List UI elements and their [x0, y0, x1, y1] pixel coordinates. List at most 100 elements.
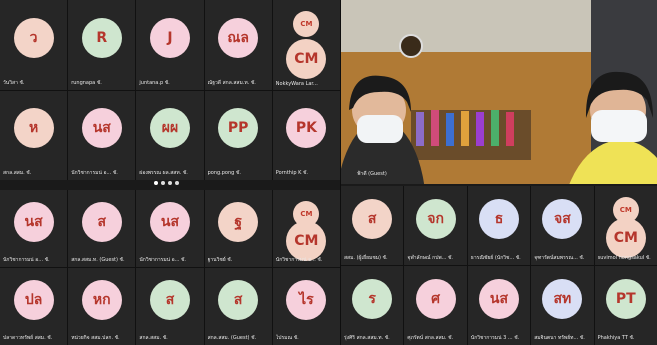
participant-tile[interactable]: ปลปลาดาวทรัพย์ สสม. ชั. — [0, 268, 68, 345]
participant-grid-bottom-right: สสสม. (ผู้เยี่ยมชม) ชั. จก จุฬาลักษณ์ กปพ.… — [341, 186, 657, 345]
participant-name: สมจินตนา ทรัพย์ท... ชั. — [534, 335, 585, 341]
video-tile-name: ฟ้าดี (Guest) — [357, 171, 387, 177]
participant-tile[interactable]: รรุ่งศิริ สกล.สสม.ท. ชั. — [341, 266, 404, 345]
participant-avatar: นส — [81, 108, 122, 149]
participant-name: สสม. (ผู้เยี่ยมชม) ชั. — [344, 255, 388, 261]
participant-avatar: นส — [13, 202, 54, 243]
participant-tile[interactable]: PP pong.pong ชั. — [204, 90, 272, 180]
video-tile[interactable]: ฟ้าดี (Guest) — [341, 0, 657, 184]
participant-avatar: ส — [81, 202, 122, 243]
participant-tile[interactable]: สสกล.สสม. (Guest) ชั. — [204, 268, 272, 345]
separator-vertical — [340, 0, 341, 345]
participant-tile[interactable]: ณลณัฐวดี สกล.สสม.ท. ชั. — [204, 0, 272, 90]
participant-tile[interactable]: หกหน่วยกิจ สสม.ปลก. ชั. — [68, 268, 136, 345]
participant-avatar: PP — [218, 108, 259, 149]
participant-avatar: ส — [149, 280, 190, 321]
participant-name: suvimol hongsakul ชั. — [597, 255, 651, 261]
participant-avatar: ไร — [286, 280, 327, 321]
participant-tile[interactable]: PT Phakhiya TT ชั. — [594, 266, 657, 345]
participant-name: นักวิชาการมน่ อ... ชั. — [3, 257, 50, 263]
cm-badge: CM — [293, 11, 320, 37]
participant-avatar: นส — [478, 279, 519, 320]
participant-avatar: CM — [286, 39, 327, 80]
participant-name: จุฑารัตน์สมพรรณ... ชั. — [534, 255, 585, 261]
participant-avatar: ธ — [478, 199, 519, 240]
participant-avatar: PK — [286, 108, 327, 149]
participant-name: วันวิสา ชั. — [3, 79, 25, 86]
participant-tile[interactable]: สทสมจินตนา ทรัพย์ท... ชั. — [531, 266, 594, 345]
participant-tile[interactable]: Rrungnapa ชั. — [68, 0, 136, 90]
participant-grid-bottom-left: นส นักวิชาการมน่ อ... ชั. สสกล.สสม.ท. (Gue… — [0, 190, 340, 345]
participant-tile[interactable]: ววันวิสา ชั. — [0, 0, 68, 90]
video-feed — [341, 0, 657, 184]
participant-name: นักวิชาการมน่ อ... ชั. — [71, 170, 118, 176]
participant-tile[interactable]: ศศุภรัตน์ สกล.สสม. ชั. — [404, 266, 467, 345]
participant-name: juntana.p ชั. — [139, 79, 170, 86]
participant-tile[interactable]: หสกล.สสม. ชั. — [0, 90, 68, 180]
participant-tile[interactable]: นสนักวิชาการมน่ อ... ชั. — [68, 90, 136, 180]
participant-name: pong.pong ชั. — [207, 170, 241, 176]
participant-tile[interactable]: ผผผ่องพรรณ ผล.สสท. ชั. — [136, 90, 204, 180]
participant-name: ณัฐวดี สกล.สสม.ท. ชั. — [207, 79, 256, 86]
participant-name: หน่วยกิจ สสม.ปลก. ชั. — [71, 335, 120, 341]
participant-avatar: ณล — [218, 17, 259, 58]
participant-avatar: ปล — [13, 280, 54, 321]
participant-name: Phakhiya TT ชั. — [597, 335, 635, 341]
page-dot[interactable] — [154, 181, 158, 185]
participant-avatar: จส — [542, 199, 583, 240]
participant-tile[interactable]: จสจุฑารัตน์สมพรรณ... ชั. — [531, 186, 594, 265]
participant-name: นักวิชาการมน่ 3 ... ชั. — [470, 335, 520, 341]
participant-tile[interactable]: ฐฐานวิชย์ ชั. — [204, 190, 272, 267]
participant-avatar: J — [149, 17, 190, 58]
participant-avatar: ส — [352, 199, 393, 240]
participant-tile[interactable]: สสกล.สสม.ท. (Guest) ชั. — [68, 190, 136, 267]
participant-avatar: ร — [352, 279, 393, 320]
page-dot[interactable] — [161, 181, 165, 185]
participant-name: Pornthip K ชั. — [275, 170, 308, 176]
participant-name: ปลาดาวทรัพย์ สสม. ชั. — [3, 335, 53, 341]
participant-avatar: R — [81, 17, 122, 58]
participant-tile[interactable]: สสสม. (ผู้เยี่ยมชม) ชั. — [341, 186, 404, 265]
page-indicator[interactable] — [154, 181, 179, 185]
participant-name: ไปรมณ ชั. — [275, 335, 299, 341]
participant-avatar: นส — [149, 202, 190, 243]
participant-tile[interactable]: PK Pornthip K ชั. — [272, 90, 340, 180]
participant-avatar: ผผ — [149, 108, 190, 149]
participant-tile[interactable]: นสนักวิชาการมน่ 3 ... ชั. — [467, 266, 531, 345]
participant-tile[interactable]: CM CM suvimol hongsakul ชั. — [594, 186, 657, 265]
participant-name: สกล.สสม. (Guest) ชั. — [207, 335, 257, 341]
page-dot[interactable] — [175, 181, 179, 185]
participant-avatar: ศ — [415, 279, 456, 320]
participant-tile[interactable]: สสกล.สสม. ชั. — [136, 268, 204, 345]
participant-tile[interactable]: Jjuntana.p ชั. — [136, 0, 204, 90]
participant-grid-top-left: ววันวิสา ชั. Rrungnapa ชั. Jjuntana.p ชั. ณ… — [0, 0, 340, 180]
participant-avatar: PT — [605, 279, 646, 320]
participant-name: จุฬาลักษณ์ กปพ... ชั. — [407, 255, 453, 261]
participant-name: นักวิชาการมน่ อ... ชั. — [275, 257, 323, 263]
participant-tile[interactable]: CM CM NokkyWara Lar... — [272, 0, 340, 90]
cm-badge: CM — [612, 197, 639, 223]
participant-name: ฐานวิชย์ ชั. — [207, 257, 233, 263]
participant-name: สกล.สสม. ชั. — [139, 335, 168, 341]
participant-avatar: ห — [13, 108, 54, 149]
participant-name: ธารณิชัยย์ (นักวิช... ชั. — [470, 255, 521, 261]
participant-avatar: หก — [81, 280, 122, 321]
participant-tile[interactable]: ไรไปรมณ ชั. — [272, 268, 340, 345]
participant-name: NokkyWara Lar... — [275, 80, 318, 87]
participant-avatar: สท — [542, 279, 583, 320]
participant-tile[interactable]: นสนักวิชาการมน่ อ... ชั. — [136, 190, 204, 267]
participant-name: นักวิชาการมน่ อ... ชั. — [139, 257, 187, 263]
participant-tile[interactable]: ธธารณิชัยย์ (นักวิช... ชั. — [467, 186, 531, 265]
participant-tile[interactable]: นสนักวิชาการมน่ อ... ชั. — [0, 190, 68, 267]
participant-avatar: ฐ — [218, 202, 259, 243]
participant-name: รุ่งศิริ สกล.สสม.ท. ชั. — [344, 335, 390, 341]
participant-tile[interactable]: จกจุฬาลักษณ์ กปพ... ชั. — [404, 186, 467, 265]
participant-avatar: CM — [605, 218, 646, 259]
participant-avatar: จก — [415, 199, 456, 240]
participant-name: สกล.สสม. ชั. — [3, 170, 32, 176]
page-dot[interactable] — [168, 181, 172, 185]
participant-tile[interactable]: CM CM นักวิชาการมน่ อ... ชั. — [272, 190, 340, 267]
participant-name: rungnapa ชั. — [71, 79, 102, 86]
participant-avatar: ว — [13, 17, 54, 58]
participant-name: ผ่องพรรณ ผล.สสท. ชั. — [139, 170, 188, 176]
